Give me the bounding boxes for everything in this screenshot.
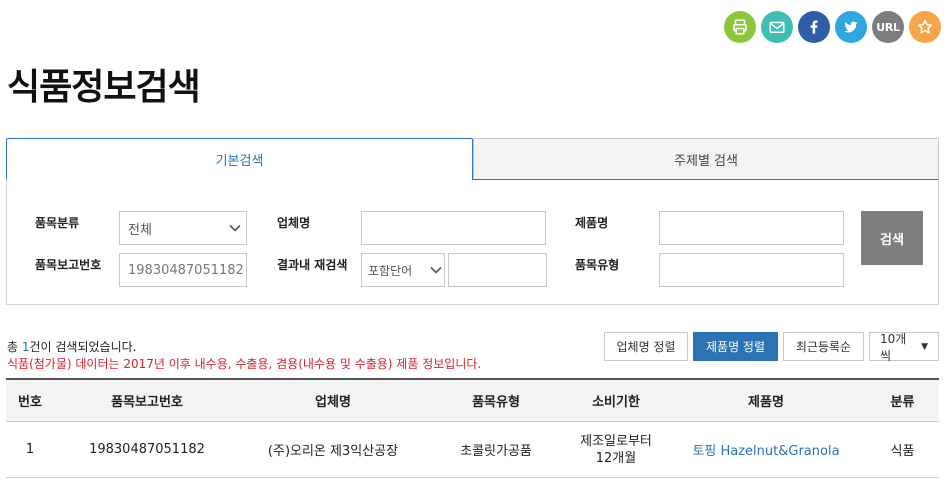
url-icon-label: URL — [876, 20, 900, 34]
tab-basic-search[interactable]: 기본검색 — [6, 138, 473, 180]
refine-label: 결과내 재검색 — [277, 258, 348, 272]
company-input[interactable] — [361, 211, 546, 245]
url-icon[interactable]: URL — [872, 11, 904, 43]
result-count-suffix: 건이 검색되었습니다. — [29, 340, 137, 354]
cell-no: 1 — [25, 442, 35, 457]
per-page-value: 10개씩 — [880, 331, 907, 363]
report-no-input[interactable]: 19830487051182 — [119, 253, 247, 287]
header-no: 번호 — [18, 395, 42, 410]
cell-company: (주)오리온 제3익산공장 — [267, 444, 399, 459]
refine-select-value: 포함단어 — [368, 263, 413, 278]
table-row: 1 19830487051182 (주)오리온 제3익산공장 초콜릿가공품 제조… — [6, 422, 939, 478]
search-panel: 품목분류 전체 품목보고번호 19830487051182 업체명 결과내 재검… — [6, 179, 939, 305]
refine-input[interactable] — [448, 253, 547, 287]
chevron-down-icon — [224, 224, 246, 232]
cell-type: 초콜릿가공품 — [460, 444, 532, 459]
chevron-down-icon — [428, 266, 444, 274]
category-label: 품목분류 — [35, 216, 80, 230]
category-select-value: 전체 — [128, 222, 152, 238]
cell-report-no: 19830487051182 — [89, 442, 205, 457]
search-tabs: 기본검색 주제별 검색 — [6, 138, 939, 180]
table-header: 번호 품목보고번호 업체명 품목유형 소비기한 제품명 분류 — [6, 380, 939, 422]
search-button[interactable]: 검색 — [861, 211, 923, 265]
share-toolbar: URL — [724, 11, 941, 43]
cell-expiry-line2: 12개월 — [595, 450, 637, 466]
cell-expiry: 제조일로부터 12개월 — [566, 422, 666, 477]
product-label: 제품명 — [575, 216, 609, 230]
type-label: 품목유형 — [575, 258, 620, 272]
twitter-icon[interactable] — [835, 11, 867, 43]
refine-select[interactable]: 포함단어 — [361, 253, 445, 287]
header-expiry: 소비기한 — [592, 395, 640, 410]
header-company: 업체명 — [315, 395, 351, 410]
cell-category: 식품 — [890, 444, 915, 459]
sort-toolbar: 업체명 정렬 제품명 정렬 최근등록순 10개씩 ▼ — [604, 331, 939, 363]
header-report-no: 품목보고번호 — [111, 395, 183, 410]
result-count: 총 1건이 검색되었습니다. — [7, 338, 137, 355]
print-icon[interactable] — [724, 11, 756, 43]
page-title: 식품정보검색 — [7, 67, 201, 108]
result-count-prefix: 총 — [7, 340, 22, 354]
report-no-label: 품목보고번호 — [35, 258, 102, 272]
cell-product-link[interactable]: 토핑 Hazelnut&Granola — [666, 422, 866, 477]
per-page-select[interactable]: 10개씩 ▼ — [869, 331, 939, 363]
result-count-number: 1 — [21, 340, 30, 354]
company-label: 업체명 — [277, 216, 311, 230]
type-input[interactable] — [659, 253, 844, 287]
mail-icon[interactable] — [761, 11, 793, 43]
favorite-icon[interactable] — [909, 11, 941, 43]
results-table: 번호 품목보고번호 업체명 품목유형 소비기한 제품명 분류 1 1983048… — [6, 378, 939, 478]
sort-product-button[interactable]: 제품명 정렬 — [693, 332, 778, 361]
sort-recent-button[interactable]: 최근등록순 — [783, 332, 864, 361]
tab-topic-search[interactable]: 주제별 검색 — [473, 138, 939, 180]
header-category: 분류 — [890, 395, 915, 410]
data-notice: 식품(첨가물) 데이터는 2017년 이후 내수용, 수출용, 겸용(내수용 및… — [7, 357, 482, 371]
cell-expiry-line1: 제조일로부터 — [580, 433, 652, 449]
header-product: 제품명 — [748, 395, 784, 410]
category-select[interactable]: 전체 — [119, 211, 247, 245]
caret-down-icon: ▼ — [921, 341, 928, 352]
facebook-icon[interactable] — [798, 11, 830, 43]
sort-company-button[interactable]: 업체명 정렬 — [604, 332, 688, 361]
header-type: 품목유형 — [472, 395, 520, 410]
product-input[interactable] — [659, 211, 844, 245]
